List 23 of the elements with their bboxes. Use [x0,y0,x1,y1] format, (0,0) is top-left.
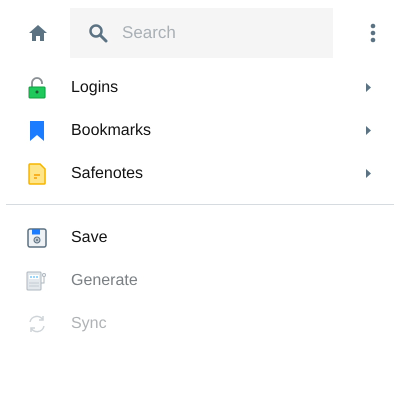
action-label: Generate [71,270,138,290]
action-label: Sync [71,314,107,334]
search-bar[interactable]: Search [70,8,333,58]
home-icon[interactable] [28,24,48,42]
menu-item[interactable]: Safenotes [0,152,400,195]
padlock-icon [28,76,46,98]
bookmark-icon [29,120,45,142]
search-field[interactable]: Search [122,20,322,46]
more-options-icon[interactable] [370,23,376,43]
note-icon [28,162,46,184]
machine-icon [26,270,48,290]
search-icon [88,23,108,43]
menu-item[interactable]: Logins [0,66,400,109]
menu-item-label: Logins [71,78,118,98]
action-item[interactable]: Save [0,216,400,259]
caret-icon [366,169,371,178]
caret-icon [366,83,371,92]
caret-icon [366,126,371,135]
menu-item-label: Safenotes [71,164,144,184]
action-item[interactable]: Generate [0,259,400,302]
menu-item-label: Bookmarks [71,120,152,140]
menu-item[interactable]: Bookmarks [0,109,400,152]
action-label: Save [71,228,108,248]
